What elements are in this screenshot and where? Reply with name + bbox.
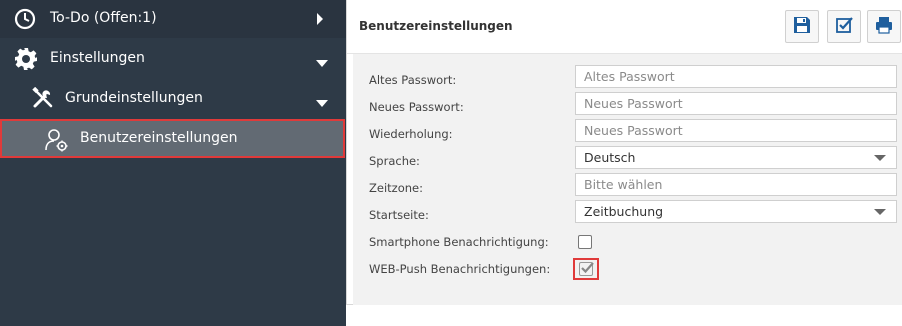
sidebar-item-label: Grundeinstellungen bbox=[65, 90, 203, 106]
checkbox-check-icon bbox=[835, 16, 853, 38]
user-settings-icon bbox=[44, 128, 70, 152]
language-label: Sprache: bbox=[369, 154, 420, 168]
sidebar-item-label: Einstellungen bbox=[50, 50, 145, 66]
timezone-label: Zeitzone: bbox=[369, 181, 423, 195]
webpush-notify-highlight bbox=[573, 258, 599, 280]
repeat-password-field[interactable]: Neues Passwort bbox=[575, 119, 897, 142]
startpage-select[interactable]: Zeitbuchung bbox=[575, 200, 897, 223]
clock-icon bbox=[14, 8, 36, 30]
gear-icon bbox=[14, 47, 38, 71]
chevron-right-icon bbox=[316, 13, 324, 29]
panel-header: Benutzereinstellungen bbox=[347, 0, 902, 54]
save-button[interactable] bbox=[785, 10, 819, 43]
sidebar-item-label: Benutzereinstellungen bbox=[80, 130, 238, 146]
wrench-screwdriver-icon bbox=[32, 87, 54, 109]
startpage-value: Zeitbuchung bbox=[584, 204, 664, 219]
sidebar-item-label: To-Do (Offen:1) bbox=[50, 10, 157, 26]
old-password-label: Altes Passwort: bbox=[369, 73, 457, 87]
sidebar-item-benutzereinstellungen[interactable]: Benutzereinstellungen bbox=[0, 119, 345, 158]
settings-form: Altes Passwort: Altes Passwort Neues Pas… bbox=[353, 54, 902, 305]
page-title: Benutzereinstellungen bbox=[359, 19, 513, 33]
caret-down-icon bbox=[874, 155, 886, 161]
caret-down-icon bbox=[874, 209, 886, 215]
caret-down-icon bbox=[316, 55, 328, 71]
caret-down-icon bbox=[316, 95, 328, 111]
check-icon bbox=[581, 262, 594, 274]
new-password-label: Neues Passwort: bbox=[369, 100, 464, 114]
startpage-label: Startseite: bbox=[369, 208, 429, 222]
sidebar-item-todo[interactable]: To-Do (Offen:1) bbox=[0, 0, 346, 38]
language-select[interactable]: Deutsch bbox=[575, 146, 897, 169]
print-button[interactable] bbox=[867, 10, 901, 43]
sidebar-item-grundeinstellungen[interactable]: Grundeinstellungen bbox=[0, 80, 346, 118]
settings-panel: Benutzereinstellungen Altes Passwort: Al… bbox=[346, 0, 902, 305]
new-password-field[interactable]: Neues Passwort bbox=[575, 92, 897, 115]
sidebar: To-Do (Offen:1) Einstellungen Grundeinst… bbox=[0, 0, 346, 326]
webpush-notify-label: WEB-Push Benachrichtigungen: bbox=[369, 262, 551, 276]
language-value: Deutsch bbox=[584, 150, 636, 165]
save-icon bbox=[793, 16, 811, 38]
repeat-password-label: Wiederholung: bbox=[369, 127, 453, 141]
webpush-notify-checkbox[interactable] bbox=[579, 262, 594, 276]
print-icon bbox=[875, 16, 893, 38]
main-content: Benutzereinstellungen Altes Passwort: Al… bbox=[346, 0, 902, 326]
check-button[interactable] bbox=[827, 10, 861, 43]
smartphone-notify-label: Smartphone Benachrichtigung: bbox=[369, 235, 549, 249]
old-password-field[interactable]: Altes Passwort bbox=[575, 65, 897, 88]
sidebar-item-einstellungen[interactable]: Einstellungen bbox=[0, 40, 346, 78]
smartphone-notify-checkbox[interactable] bbox=[578, 235, 592, 249]
timezone-field[interactable]: Bitte wählen bbox=[575, 173, 897, 196]
